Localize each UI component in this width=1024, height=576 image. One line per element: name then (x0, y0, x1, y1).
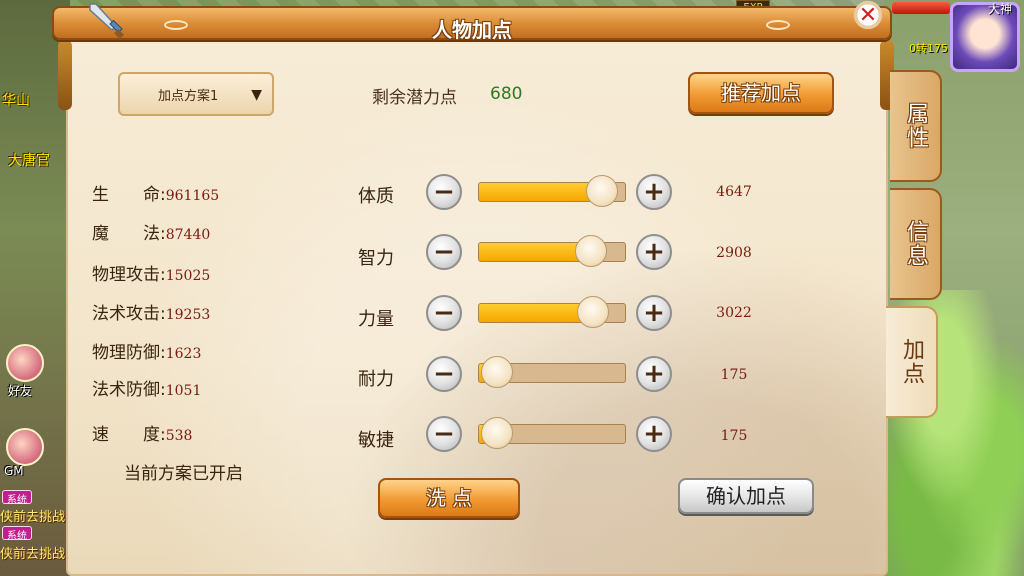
scheme-dropdown[interactable]: 加点方案1 ▼ (118, 72, 274, 116)
attr-value-endurance: 175 (720, 367, 748, 383)
gm-label[interactable]: GM (4, 464, 24, 478)
player-level: 0转175 (909, 42, 948, 55)
stat-mp: 魔 法:87440 (92, 224, 211, 244)
minus-icon[interactable]: − (426, 174, 462, 210)
stat-physical-attack: 物理攻击:15025 (92, 265, 211, 285)
attr-label-constitution: 体质 (358, 186, 394, 207)
tab-properties[interactable]: 属性 (890, 70, 942, 182)
stat-value: 19253 (165, 307, 211, 323)
map-label-datang[interactable]: 大唐官 (8, 150, 50, 170)
slider-knob[interactable] (480, 356, 513, 388)
attr-value-agility: 175 (720, 428, 748, 444)
stat-value: 87440 (165, 227, 211, 243)
stat-label: 物理攻击 (92, 265, 160, 285)
scheme-status-text: 当前方案已开启 (124, 464, 243, 484)
close-icon[interactable]: ✕ (850, 0, 886, 30)
attr-label-strength: 力量 (358, 309, 394, 330)
tab-add-points[interactable]: 加点 (886, 306, 938, 418)
slider-knob[interactable] (576, 296, 609, 328)
remaining-points-label: 剩余潜力点 (372, 88, 457, 108)
tab-info[interactable]: 信息 (890, 188, 942, 300)
stat-value: 1623 (165, 346, 202, 362)
attr-slider-strength[interactable] (478, 296, 626, 328)
friends-label[interactable]: 好友 (8, 382, 32, 399)
attr-value-constitution: 4647 (716, 184, 752, 200)
recommend-points-button[interactable]: 推荐加点 (688, 72, 834, 114)
chat-line: 侠前去挑战 (0, 547, 66, 562)
tab-info-label: 信息 (903, 220, 928, 268)
slider-fill (479, 304, 593, 322)
stat-value: 961165 (165, 188, 220, 204)
attr-label-endurance: 耐力 (358, 369, 394, 390)
minus-icon[interactable]: − (426, 295, 462, 331)
stat-label: 法术攻击 (92, 304, 160, 324)
tassel-left (58, 40, 72, 110)
hp-bar (892, 2, 950, 14)
stat-label: 魔 法 (92, 224, 160, 244)
stat-value: 1051 (165, 383, 202, 399)
stat-magic-attack: 法术攻击:19253 (92, 304, 211, 324)
stat-label: 生 命 (92, 185, 160, 205)
minus-icon[interactable]: − (426, 416, 462, 452)
slider-knob[interactable] (575, 235, 608, 267)
title-bar: 人物加点 (52, 6, 892, 42)
plus-icon[interactable]: + (636, 174, 672, 210)
attr-value-strength: 3022 (716, 305, 752, 321)
stat-label: 物理防御 (92, 343, 160, 363)
stat-label: 速 度 (92, 425, 160, 445)
attr-slider-agility[interactable] (478, 417, 626, 449)
plus-icon[interactable]: + (636, 295, 672, 331)
plus-icon[interactable]: + (636, 234, 672, 270)
dialog-title: 人物加点 (432, 18, 512, 42)
triangle-down-icon: ▼ (251, 87, 262, 103)
map-label-huashan[interactable]: 华山 (2, 90, 30, 110)
tab-properties-label: 属性 (903, 102, 928, 150)
attr-label-intelligence: 智力 (358, 248, 394, 269)
plus-icon[interactable]: + (636, 416, 672, 452)
friends-avatar[interactable] (6, 344, 44, 382)
stat-value: 15025 (165, 268, 211, 284)
attr-label-agility: 敏捷 (358, 430, 394, 451)
system-badge: 系统 (2, 490, 32, 506)
player-name: 大神 (987, 2, 1012, 16)
stat-label: 法术防御 (92, 380, 160, 400)
reset-points-button[interactable]: 洗 点 (378, 478, 520, 518)
sword-icon (89, 3, 124, 39)
scheme-dropdown-value: 加点方案1 (158, 88, 219, 104)
tab-add-points-label: 加点 (899, 338, 924, 386)
slider-fill (479, 183, 602, 201)
stat-physical-defense: 物理防御:1623 (92, 343, 202, 363)
gm-avatar[interactable] (6, 428, 44, 466)
confirm-points-button[interactable]: 确认加点 (678, 478, 814, 514)
chat-line: 侠前去挑战 (0, 510, 66, 525)
stat-hp: 生 命:961165 (92, 185, 220, 205)
minus-icon[interactable]: − (426, 234, 462, 270)
plus-icon[interactable]: + (636, 356, 672, 392)
minus-icon[interactable]: − (426, 356, 462, 392)
remaining-points-value: 680 (490, 84, 523, 104)
slider-knob[interactable] (480, 417, 513, 449)
attr-slider-intelligence[interactable] (478, 235, 626, 267)
stat-speed: 速 度:538 (92, 425, 193, 445)
attr-slider-constitution[interactable] (478, 175, 626, 207)
attr-slider-endurance[interactable] (478, 356, 626, 388)
slider-knob[interactable] (585, 175, 618, 207)
system-badge: 系统 (2, 526, 32, 542)
stat-magic-defense: 法术防御:1051 (92, 380, 202, 400)
stat-value: 538 (165, 428, 193, 444)
attr-value-intelligence: 2908 (716, 245, 752, 261)
